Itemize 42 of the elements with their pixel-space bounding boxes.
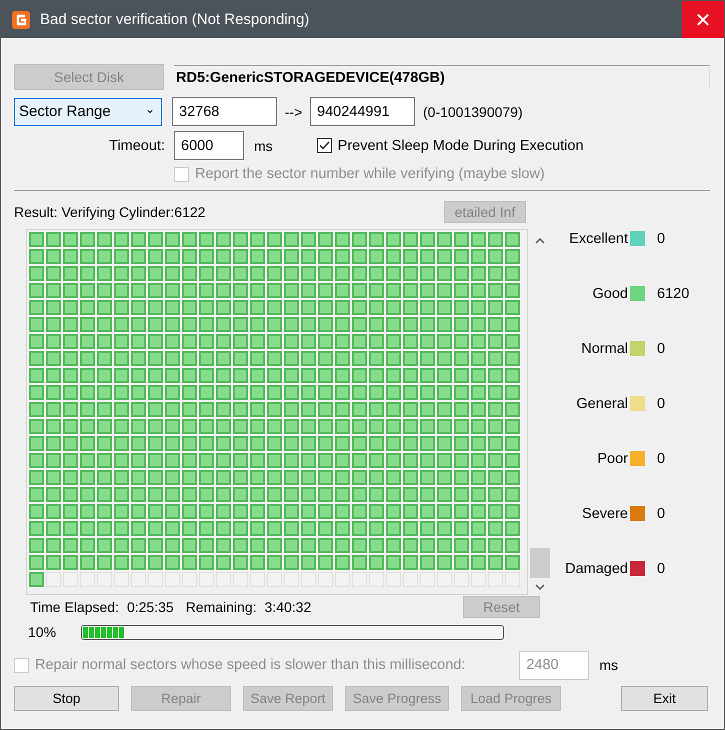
legend-label: Poor	[596, 450, 628, 466]
legend-count: 6120	[657, 286, 690, 302]
end-sector-field[interactable]: 940244991	[310, 97, 415, 126]
disk-name-field: RD5:GenericSTORAGEDEVICE(478GB)	[174, 64, 710, 90]
legend-count: 0	[657, 506, 666, 522]
legend-label: Severe	[581, 506, 628, 522]
remaining-label: Remaining:	[186, 599, 257, 615]
range-mode-dropdown[interactable]: Sector Range ⌄	[14, 98, 162, 126]
checkbox-label: Report the sector number while verifying (maybe slow)	[195, 166, 545, 182]
legend-count: 0	[657, 560, 666, 576]
legend-label: Excellent	[568, 230, 628, 246]
progress-percent: 10%	[27, 624, 58, 640]
app-logo-icon	[11, 10, 31, 30]
elapsed-label: Time Elapsed:	[30, 599, 119, 615]
checkbox-label: Repair normal sectors whose speed is slower than this millisecond:	[35, 657, 466, 673]
scrollbar-thumb[interactable]	[530, 548, 550, 578]
window-title: Bad sector verification (Not Responding)	[40, 11, 310, 28]
legend-label: General	[575, 396, 628, 412]
scroll-up-icon[interactable]	[535, 237, 545, 244]
repair-threshold-unit: ms	[599, 657, 618, 673]
range-arrow: -->	[284, 104, 304, 120]
timeout-unit: ms	[254, 138, 273, 154]
legend-count: 0	[657, 450, 666, 466]
legend-count: 0	[657, 396, 666, 412]
action-button[interactable]: Stop	[14, 686, 119, 711]
start-sector-field[interactable]: 32768	[172, 97, 277, 126]
sector-limits: (0-1001390079)	[423, 104, 523, 120]
action-button[interactable]: Exit	[621, 686, 708, 711]
timeout-label: Timeout:	[108, 138, 166, 154]
legend-label: Good	[592, 286, 628, 302]
legend-label: Damaged	[564, 560, 628, 576]
timeout-field[interactable]: 6000	[174, 131, 244, 160]
legend-label: Normal	[580, 340, 628, 356]
elapsed-time: 0:25:35	[126, 599, 174, 615]
remaining-time: 3:40:32	[264, 599, 312, 615]
legend-count: 0	[657, 230, 666, 246]
close-button[interactable]: ✕	[682, 1, 724, 38]
checkbox-label: Prevent Sleep Mode During Execution	[338, 138, 584, 154]
checkbox[interactable]	[316, 138, 332, 153]
scroll-down-icon[interactable]	[535, 584, 545, 591]
legend-count: 0	[657, 340, 666, 356]
result-text: Result: Verifying Cylinder:6122	[14, 204, 206, 220]
